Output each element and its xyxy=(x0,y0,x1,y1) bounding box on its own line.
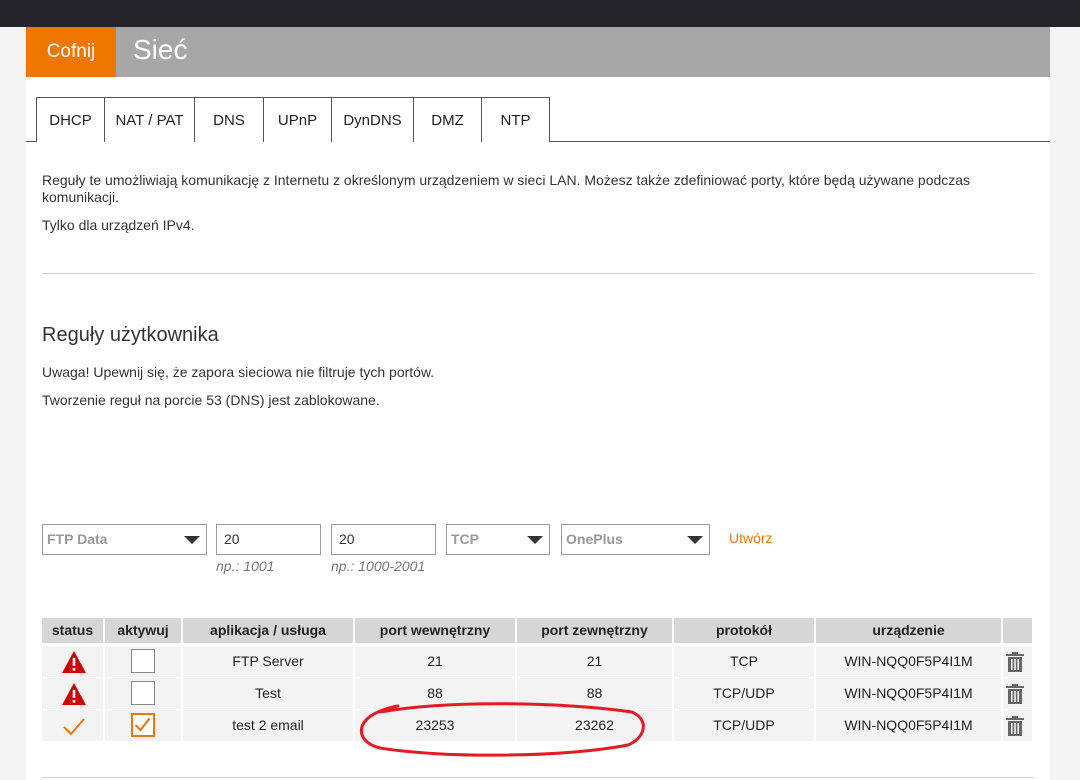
column-header-protocol: protokół xyxy=(674,618,814,643)
ipv4-note: Tylko dla urządzeń IPv4. xyxy=(42,217,195,233)
service-select-value: FTP Data xyxy=(47,531,108,547)
dns-blocked-note: Tworzenie reguł na porcie 53 (DNS) jest … xyxy=(42,392,380,408)
column-header-activate: aktywuj xyxy=(105,618,181,643)
status-cell xyxy=(42,646,103,677)
back-button[interactable]: Cofnij xyxy=(26,27,116,77)
intro-description: Reguły te umożliwiają komunikację z Inte… xyxy=(42,172,971,205)
service-cell: FTP Server xyxy=(183,646,353,677)
page-title: Sieć xyxy=(133,34,188,65)
internal-port-cell: 88 xyxy=(355,678,515,709)
status-cell xyxy=(42,710,103,741)
column-header-status: status xyxy=(42,618,103,643)
chevron-down-icon xyxy=(687,536,703,544)
device-cell: WIN-NQQ0F5P4I1M xyxy=(816,646,1001,677)
tab-upnp[interactable]: UPnP xyxy=(263,97,332,142)
checkmark-icon xyxy=(134,717,151,732)
service-cell: test 2 email xyxy=(183,710,353,741)
external-port-hint: np.: 1000-2001 xyxy=(331,558,426,574)
tab-nat-pat[interactable]: NAT / PAT xyxy=(104,97,195,142)
activate-cell xyxy=(105,678,181,709)
internal-port-cell: 23253 xyxy=(355,710,515,741)
warning-icon xyxy=(62,683,86,705)
tab-ntp[interactable]: NTP xyxy=(481,97,550,142)
chevron-down-icon xyxy=(184,536,200,544)
device-cell: WIN-NQQ0F5P4I1M xyxy=(816,678,1001,709)
divider xyxy=(42,273,1034,274)
activate-checkbox[interactable] xyxy=(131,681,155,705)
firewall-warning: Uwaga! Upewnij się, że zapora sieciowa n… xyxy=(42,364,435,380)
status-cell xyxy=(42,678,103,709)
service-cell: Test xyxy=(183,678,353,709)
trash-icon[interactable] xyxy=(1004,683,1026,705)
column-header-device: urządzenie xyxy=(816,618,1001,643)
column-header-external-port: port zewnętrzny xyxy=(517,618,672,643)
activate-cell xyxy=(105,646,181,677)
tab-dyndns[interactable]: DynDNS xyxy=(331,97,414,142)
trash-icon[interactable] xyxy=(1004,715,1026,737)
checkmark-icon xyxy=(63,718,85,736)
create-rule-link[interactable]: Utwórz xyxy=(729,530,773,546)
internal-port-cell: 21 xyxy=(355,646,515,677)
protocol-select-value: TCP xyxy=(451,531,479,547)
divider xyxy=(42,777,1034,778)
user-rules-title: Reguły użytkownika xyxy=(42,324,219,346)
device-select[interactable]: OnePlus xyxy=(561,524,710,555)
page-margin-right xyxy=(1050,27,1080,780)
external-port-cell: 21 xyxy=(517,646,672,677)
device-cell: WIN-NQQ0F5P4I1M xyxy=(816,710,1001,741)
activate-cell xyxy=(105,710,181,741)
protocol-select[interactable]: TCP xyxy=(446,524,550,555)
column-header-service: aplikacja / usługa xyxy=(183,618,353,643)
activate-checkbox[interactable] xyxy=(131,649,155,673)
protocol-cell: TCP/UDP xyxy=(674,678,814,709)
device-select-value: OnePlus xyxy=(566,531,623,547)
protocol-cell: TCP xyxy=(674,646,814,677)
activate-checkbox[interactable] xyxy=(131,713,155,737)
internal-port-input[interactable]: 20 xyxy=(216,524,321,555)
tab-bar: DHCP NAT / PAT DNS UPnP DynDNS DMZ NTP xyxy=(26,97,1050,142)
tab-dmz[interactable]: DMZ xyxy=(413,97,482,142)
table-row: test 2 email 23253 23262 TCP/UDP WIN-NQQ… xyxy=(42,710,1032,741)
chevron-down-icon xyxy=(527,536,543,544)
warning-icon xyxy=(62,651,86,673)
external-port-input[interactable]: 20 xyxy=(331,524,436,555)
protocol-cell: TCP/UDP xyxy=(674,710,814,741)
external-port-cell: 88 xyxy=(517,678,672,709)
tab-dns[interactable]: DNS xyxy=(194,97,264,142)
page-margin-left xyxy=(0,27,26,780)
internal-port-hint: np.: 1001 xyxy=(216,558,275,574)
trash-icon[interactable] xyxy=(1004,651,1026,673)
external-port-cell: 23262 xyxy=(517,710,672,741)
column-header-internal-port: port wewnętrzny xyxy=(355,618,515,643)
browser-top-bar xyxy=(0,0,1080,27)
page-header: Cofnij Sieć xyxy=(26,27,1050,77)
tab-dhcp[interactable]: DHCP xyxy=(36,97,105,142)
table-row: FTP Server 21 21 TCP WIN-NQQ0F5P4I1M xyxy=(42,646,1032,677)
column-header-actions xyxy=(1003,618,1032,643)
table-row: Test 88 88 TCP/UDP WIN-NQQ0F5P4I1M xyxy=(42,678,1032,709)
service-select[interactable]: FTP Data xyxy=(42,524,207,555)
